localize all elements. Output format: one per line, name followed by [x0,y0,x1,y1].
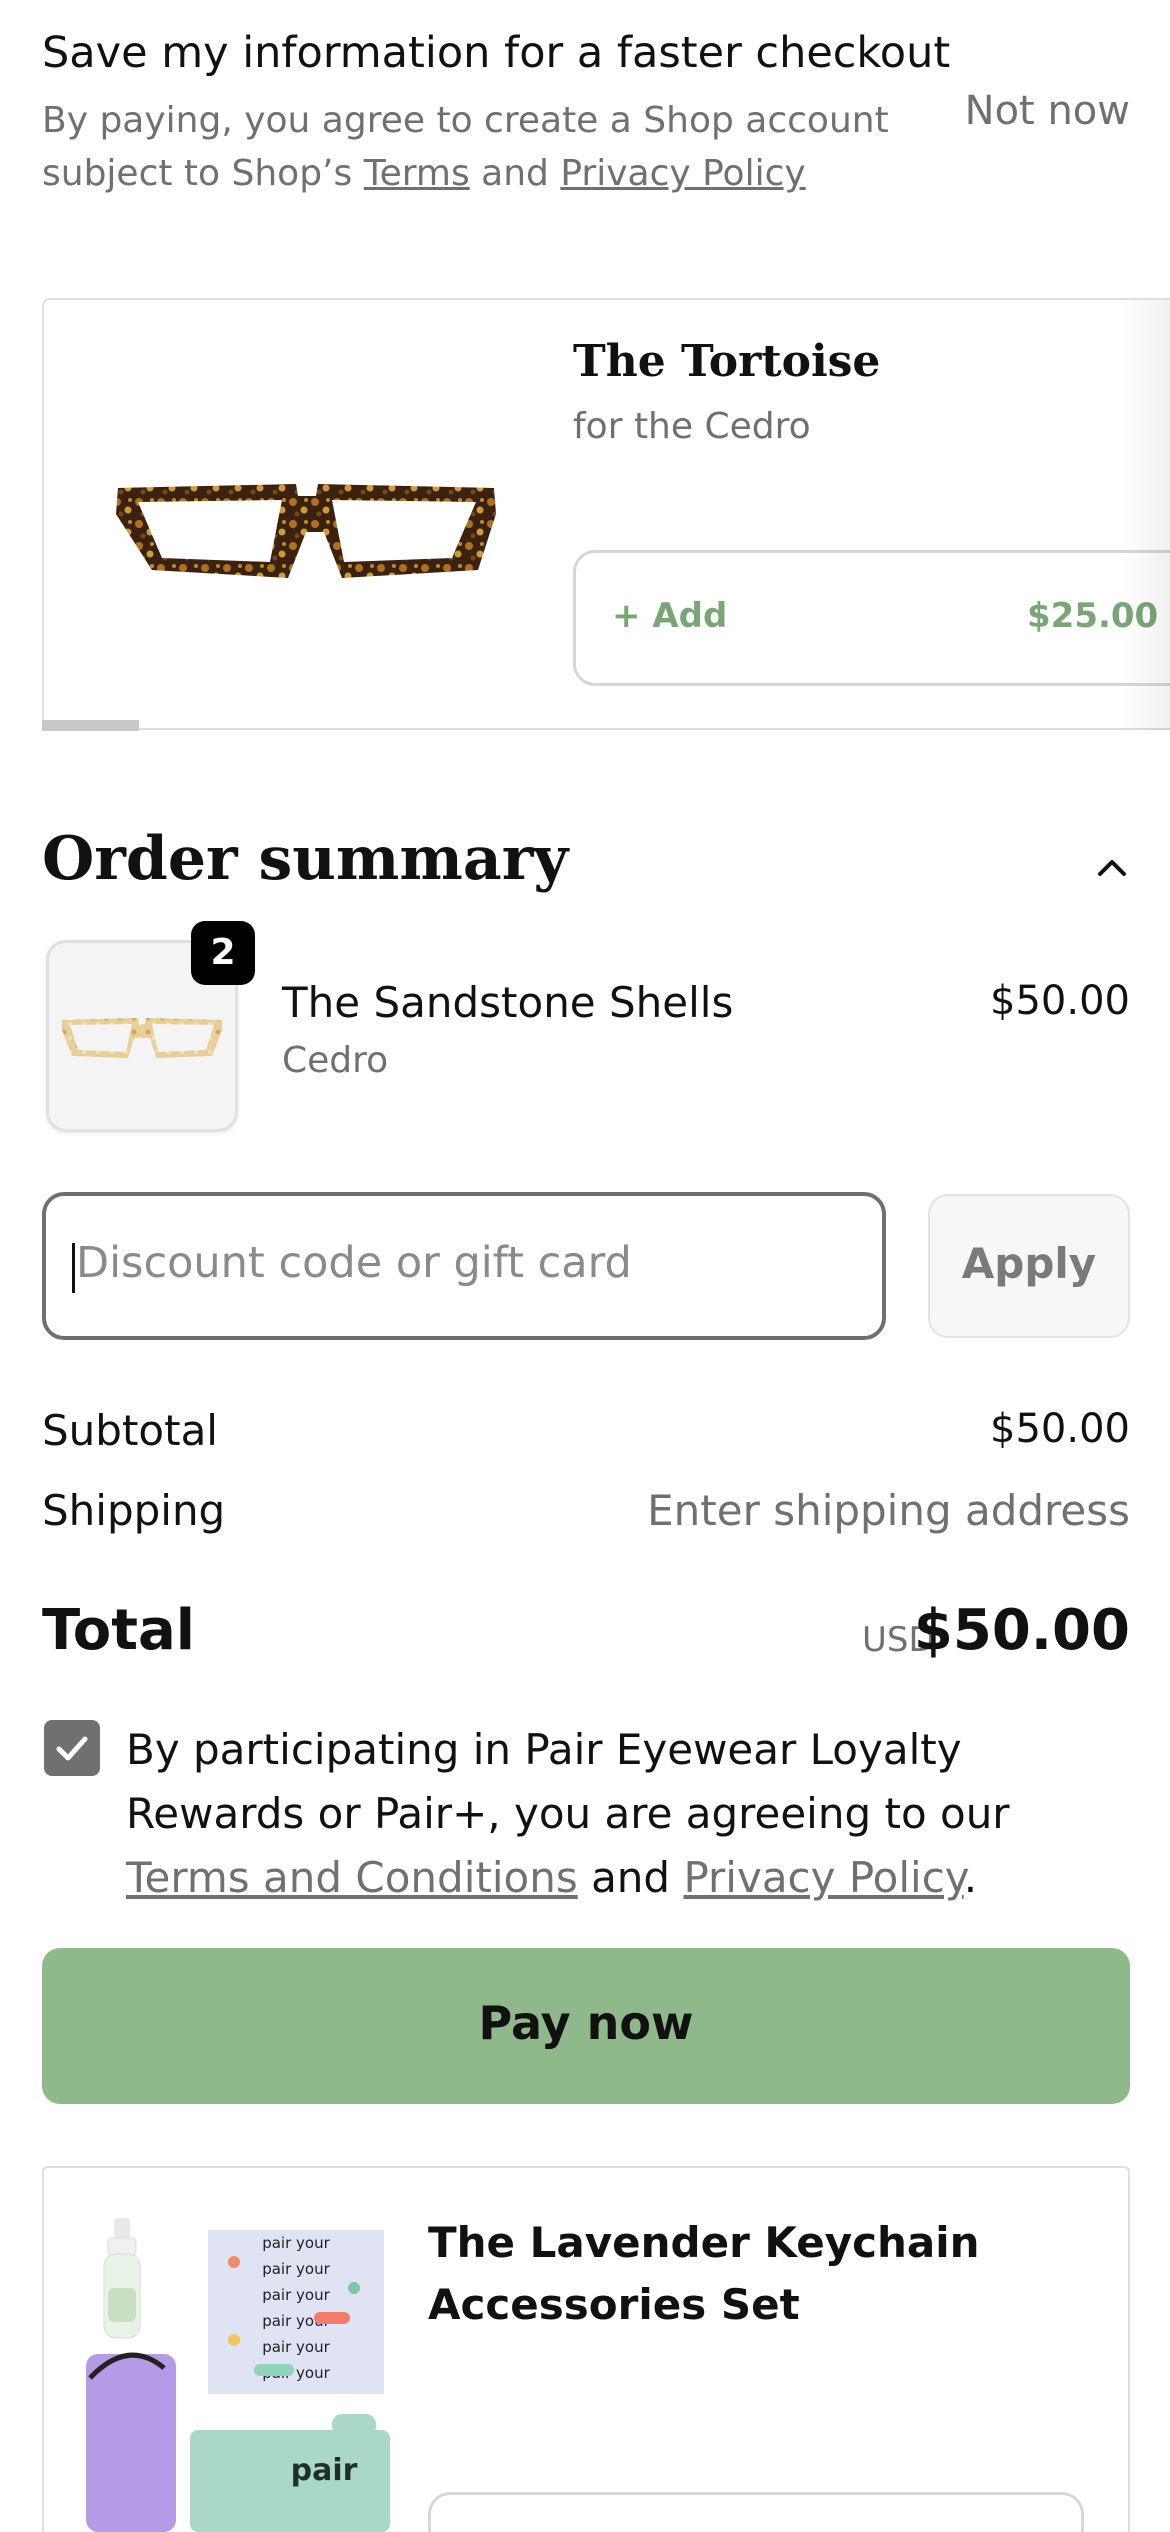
total-label: Total [42,1598,195,1663]
shop-privacy-link[interactable]: Privacy Policy [560,153,805,194]
quantity-badge: 2 [191,921,255,985]
consent-text: By participating in Pair Eyewear Loyalty… [126,1725,1010,1902]
apply-button-label: Apply [961,1239,1097,1288]
sticker-text-1: pair your [262,2234,330,2252]
keychain-set-image: pair your pair your pair your pair your … [86,2218,390,2532]
subtotal-value: $50.00 [990,1406,1130,1452]
tortoise-glasses-image [116,484,496,578]
shop-terms-link[interactable]: Terms [364,153,470,194]
upsell-subtitle: for the Cedro [573,406,811,447]
loyalty-terms-link[interactable]: Terms and Conditions [126,1853,578,1902]
save-info-title: Save my information for a faster checkou… [42,28,951,78]
sticker-text-5: pair your [262,2338,330,2356]
sticker-text-3: pair your [262,2286,330,2304]
checkmark-icon [56,1736,88,1761]
shipping-label: Shipping [42,1486,226,1535]
add-upsell-2-button[interactable] [428,2492,1084,2532]
item-variant: Cedro [282,1040,389,1081]
total-value: $50.00 [913,1598,1130,1663]
pay-now-label: Pay now [478,1996,694,2050]
upsell-title: The Tortoise [573,336,881,387]
save-info-description: By paying, you agree to create a Shop ac… [42,100,889,194]
text-caret [72,1243,75,1293]
sandstone-glasses-image [62,1018,222,1058]
item-name: The Sandstone Shells [282,978,734,1027]
subtotal-label: Subtotal [42,1406,218,1455]
carousel-edge-shadow [1120,300,1170,730]
carousel-scrollbar[interactable] [42,720,139,731]
order-summary-title: Order summary [42,824,569,894]
pouch-text: pair [291,2453,358,2488]
consent-checkbox[interactable] [44,1720,100,1776]
not-now-button[interactable]: Not now [965,88,1130,134]
discount-placeholder: Discount code or gift card [76,1238,632,1288]
loyalty-privacy-link[interactable]: Privacy Policy [683,1853,963,1902]
add-upsell-label: + Add [612,596,728,636]
chevron-up-icon[interactable] [1092,848,1132,888]
item-price: $50.00 [990,978,1130,1024]
shipping-value: Enter shipping address [647,1486,1130,1535]
upsell-2-title: The Lavender Keychain Accessories Set [428,2218,980,2329]
sticker-text-2: pair your [262,2260,330,2278]
